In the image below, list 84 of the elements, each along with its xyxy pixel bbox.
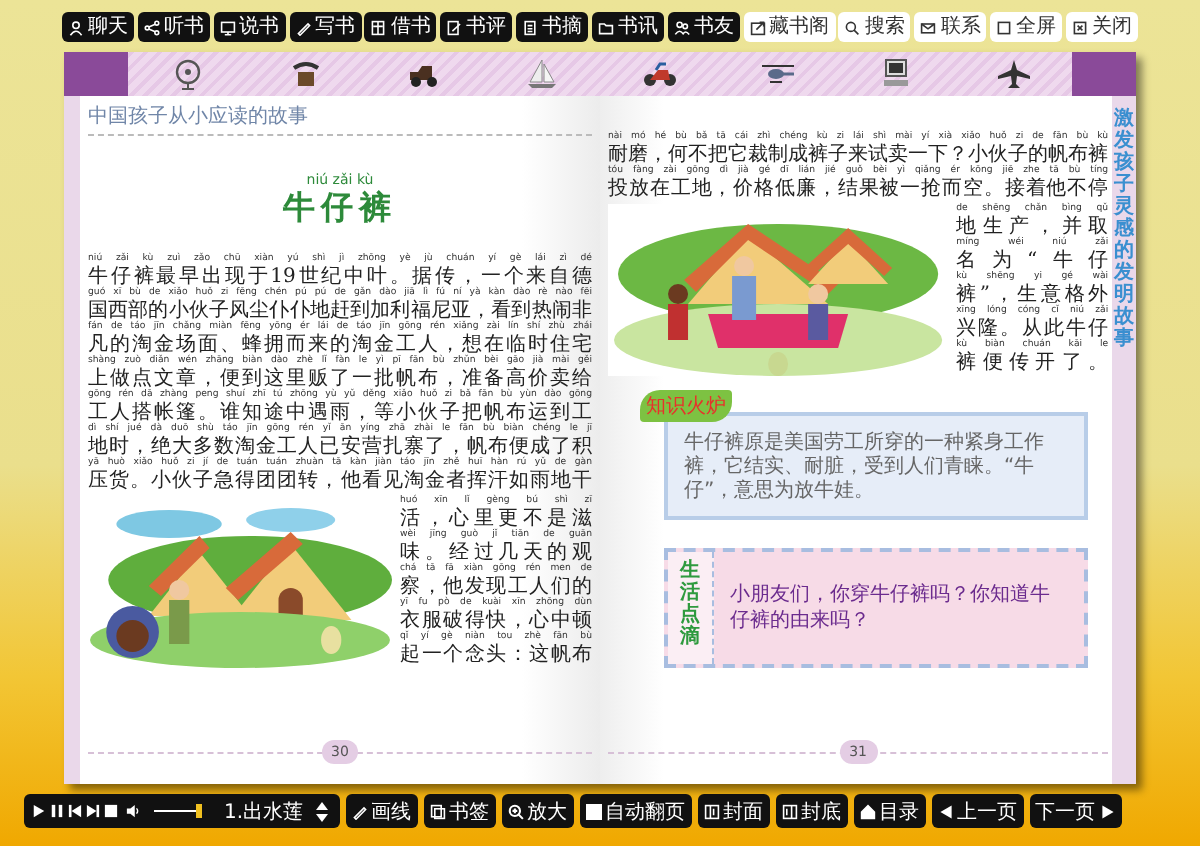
text-line: 兴隆。从此牛仔 xyxy=(956,318,1109,340)
nav-button[interactable]: 目录 xyxy=(853,794,926,828)
text-line: 地生产，并取 xyxy=(956,216,1109,238)
monitor-icon xyxy=(219,19,236,35)
toolbar-button[interactable]: 书讯 xyxy=(591,12,664,42)
window-icon xyxy=(749,19,766,35)
text-line: 裤便传开了。 xyxy=(956,352,1109,374)
close-icon xyxy=(1071,19,1088,35)
toolbar-button[interactable]: 联系 xyxy=(914,12,987,42)
bookmark-icon xyxy=(429,803,446,819)
strip-end-panel xyxy=(1072,52,1136,96)
nav-button[interactable]: 自动翻页 xyxy=(579,794,692,828)
text-line: 地时，绝大多数淘金工人已安营扎寨了，帆布便成了积 xyxy=(88,436,592,458)
share-icon xyxy=(143,19,160,35)
airplane-icon xyxy=(995,58,1031,90)
speaker-icon[interactable] xyxy=(126,804,140,818)
pause-icon[interactable] xyxy=(50,804,64,818)
pen-icon xyxy=(295,19,312,35)
nav-button[interactable]: 画线 xyxy=(345,794,418,828)
toolbar-button[interactable]: 书评 xyxy=(440,12,513,42)
toolbar-button[interactable]: 书摘 xyxy=(516,12,589,42)
person-icon xyxy=(68,19,84,35)
toolbar-button[interactable]: 全屏 xyxy=(990,12,1063,42)
toolbar-button[interactable]: 聊天 xyxy=(62,12,134,42)
nav-button[interactable]: 书签 xyxy=(423,794,496,828)
nav-button[interactable]: 封底 xyxy=(775,794,848,828)
toolbar-button[interactable]: 说书 xyxy=(213,12,286,42)
search-icon xyxy=(844,19,861,35)
up-down-arrows-icon xyxy=(315,801,328,821)
stop-icon[interactable] xyxy=(104,804,118,818)
text-line: 味。经过几天的观 xyxy=(400,542,592,564)
envelope-icon xyxy=(920,19,937,35)
text-line: 压货。小伙子急得团团转，他看见淘金者挥汗如雨地干 xyxy=(88,470,592,492)
skip-back-icon[interactable] xyxy=(68,804,82,818)
nav-button[interactable]: 封面 xyxy=(697,794,770,828)
track-select[interactable]: 1.出水莲 xyxy=(212,797,332,825)
toolbar-button[interactable]: 写书 xyxy=(289,12,362,42)
text-line: 名为“牛仔 xyxy=(956,250,1109,272)
text-line: 起一个念头：这帆布 xyxy=(400,644,592,666)
tip-text: 小朋友们，你穿牛仔裤吗？你知道牛仔裤的由来吗？ xyxy=(728,581,1052,636)
skip-forward-icon[interactable] xyxy=(86,804,100,818)
left-triangle-icon xyxy=(937,803,954,819)
back-cover-icon xyxy=(781,803,798,819)
text-line: 活，心里更不是滋 xyxy=(400,508,592,530)
text-line: 衣服破得快，心中顿 xyxy=(400,610,592,632)
square-icon xyxy=(996,19,1013,35)
toolbar-button[interactable]: 藏书阁 xyxy=(743,12,836,42)
text-line: 上做点文章，便到这里贩了一批帆布，准备高价卖给 xyxy=(88,368,592,390)
house-icon xyxy=(859,803,876,819)
checkbox-icon xyxy=(585,803,602,819)
text-line: 牛仔裤最早出现于19世纪中叶。据传，一个来自德 xyxy=(88,266,592,288)
toolbar-button[interactable]: 借书 xyxy=(364,12,437,42)
text-line: 耐磨，何不把它裁制成裤子来试卖一下？小伙子的帆布裤 xyxy=(608,144,1109,166)
pencil-icon xyxy=(351,803,368,819)
strip-end-panel xyxy=(64,52,128,96)
knowledge-text: 牛仔裤原是美国劳工所穿的一种紧身工作裤，它结实、耐脏，受到人们青睐。“牛仔”，意思为放牛娃。 xyxy=(684,432,1046,504)
story-title: 牛仔裤 xyxy=(283,188,397,230)
slider-thumb[interactable] xyxy=(195,804,202,818)
toolbar-button[interactable]: 搜索 xyxy=(838,12,911,42)
right-triangle-icon xyxy=(1099,803,1116,819)
document-icon xyxy=(522,19,539,35)
nav-button[interactable]: 放大 xyxy=(501,794,574,828)
tip-label: 生活点滴 xyxy=(668,552,714,664)
sailboat-icon xyxy=(523,58,559,90)
note-icon xyxy=(446,19,463,35)
folder-icon xyxy=(597,19,614,35)
text-line: 裤”，生意格外 xyxy=(956,284,1109,306)
people-icon xyxy=(673,19,690,35)
play-icon[interactable] xyxy=(32,804,46,818)
text-line: 工人搭帐篷。谁知途中遇雨，等小伙子把帆布运到工 xyxy=(88,402,592,424)
zoom-icon xyxy=(507,803,524,819)
motorcycle-icon xyxy=(641,58,677,90)
running-header: 中国孩子从小应读的故事 xyxy=(88,96,592,136)
text-line: 国西部的小伙子风尘仆仆地赶到加利福尼亚，看到热闹非 xyxy=(88,300,592,322)
toolbar-button[interactable]: 书友 xyxy=(667,12,740,42)
cover-icon xyxy=(703,803,720,819)
text-line: 凡的淘金场面、蜂拥而来的淘金工人，想在临时住宅 xyxy=(88,334,592,356)
nav-button[interactable]: 上一页 xyxy=(931,794,1024,828)
knowledge-label: 知识火炉 xyxy=(640,390,732,422)
toolbar-button[interactable]: 关闭 xyxy=(1065,12,1138,42)
text-line: 察，他发现工人们的 xyxy=(400,576,592,598)
toolbar-button[interactable]: 听书 xyxy=(137,12,210,42)
text-line: 投放在工地，价格低廉，结果被一抢而空。接着他不停 xyxy=(608,178,1109,200)
nav-button[interactable]: 下一页 xyxy=(1029,794,1122,828)
